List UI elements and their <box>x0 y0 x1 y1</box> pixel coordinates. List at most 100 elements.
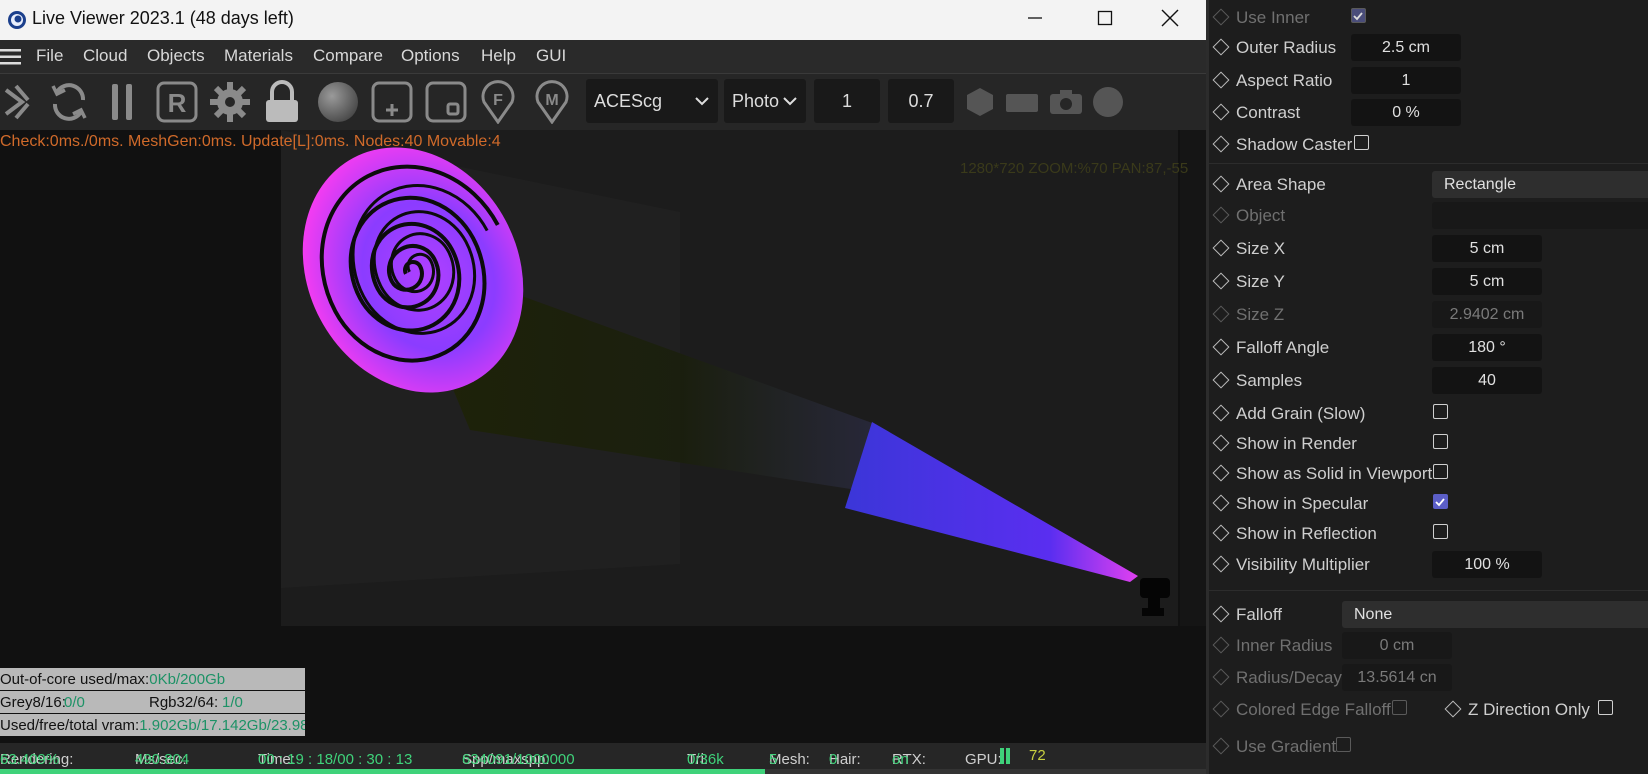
show-in-reflection-checkbox[interactable] <box>1433 524 1448 539</box>
add-region-icon[interactable] <box>370 80 414 124</box>
radius-decay-field[interactable]: 13.5614 cn <box>1342 664 1452 691</box>
shadow-caster-checkbox[interactable] <box>1354 135 1369 150</box>
keyframe-diamond-icon[interactable] <box>1212 737 1230 755</box>
tonemap-dropdown[interactable]: Photo <box>724 79 806 123</box>
keyframe-diamond-icon[interactable] <box>1212 206 1230 224</box>
gamma-input[interactable]: 0.7 <box>888 79 954 123</box>
menu-options[interactable]: Options <box>401 46 460 66</box>
keyframe-diamond-icon[interactable] <box>1212 700 1230 718</box>
hexagon-icon[interactable] <box>964 80 996 124</box>
keyframe-diamond-icon[interactable] <box>1212 8 1230 26</box>
contrast-field[interactable]: 0 % <box>1351 99 1461 126</box>
keyframe-diamond-icon[interactable] <box>1212 605 1230 623</box>
menu-materials[interactable]: Materials <box>224 46 293 66</box>
use-gradient-row: Use Gradient <box>1209 733 1648 761</box>
keyframe-diamond-icon[interactable] <box>1212 338 1230 356</box>
add-grain-checkbox[interactable] <box>1433 404 1448 419</box>
size-z-label: Size Z <box>1236 305 1285 324</box>
hamburger-menu-icon[interactable] <box>0 48 22 66</box>
falloff-row: Falloff None <box>1209 601 1648 629</box>
out-of-core-value: 0Kb/200Gb <box>149 670 226 688</box>
falloff-angle-field[interactable]: 180 ° <box>1432 334 1542 361</box>
show-solid-checkbox[interactable] <box>1433 464 1448 479</box>
pause-icon[interactable] <box>108 80 138 124</box>
colorspace-dropdown[interactable]: ACEScg <box>586 79 718 123</box>
colored-edge-falloff-checkbox[interactable] <box>1392 700 1407 715</box>
keyframe-diamond-icon[interactable] <box>1212 524 1230 542</box>
checkmark-icon <box>1353 12 1363 21</box>
settings-gear-icon[interactable] <box>208 80 252 124</box>
inner-radius-field[interactable]: 0 cm <box>1342 632 1452 659</box>
outer-radius-field[interactable]: 2.5 cm <box>1351 34 1461 61</box>
chevron-down-icon <box>783 97 797 106</box>
vram-label: Used/free/total vram: <box>0 716 140 734</box>
size-x-field[interactable]: 5 cm <box>1432 235 1542 262</box>
size-z-field[interactable]: 2.9402 cm <box>1432 301 1542 328</box>
keyframe-diamond-icon[interactable] <box>1212 239 1230 257</box>
window-title: Live Viewer 2023.1 (48 days left) <box>32 8 294 28</box>
zoom-pan-readout: 1280*720 ZOOM:%70 PAN:87,-55 <box>960 160 1189 177</box>
render-viewport[interactable]: Check:0ms./0ms. MeshGen:0ms. Update[L]:0… <box>0 130 1206 744</box>
exposure-input[interactable]: 1 <box>814 79 880 123</box>
use-gradient-checkbox[interactable] <box>1336 737 1351 752</box>
grey-label: Grey8/16: <box>0 693 66 711</box>
keyframe-diamond-icon[interactable] <box>1444 700 1462 718</box>
menu-cloud[interactable]: Cloud <box>83 46 127 66</box>
app: { "window": { "title": "Live Viewer 2023… <box>0 0 1648 774</box>
size-z-row: Size Z 2.9402 cm <box>1209 301 1648 329</box>
colored-edge-falloff-label: Colored Edge Falloff <box>1236 700 1391 719</box>
keyframe-diamond-icon[interactable] <box>1212 404 1230 422</box>
visibility-multiplier-field[interactable]: 100 % <box>1432 551 1542 578</box>
menu-help[interactable]: Help <box>481 46 516 66</box>
keyframe-diamond-icon[interactable] <box>1212 103 1230 121</box>
show-in-specular-label: Show in Specular <box>1236 494 1369 513</box>
maximize-button[interactable] <box>1070 0 1140 36</box>
area-shape-dropdown[interactable]: Rectangle <box>1432 171 1648 198</box>
material-picker-icon[interactable]: M <box>532 80 572 124</box>
show-in-render-checkbox[interactable] <box>1433 434 1448 449</box>
focus-picker-icon[interactable]: F <box>478 80 518 124</box>
keyframe-diamond-icon[interactable] <box>1212 71 1230 89</box>
keyframe-diamond-icon[interactable] <box>1212 555 1230 573</box>
render-progress-bar <box>0 769 1206 774</box>
keyframe-diamond-icon[interactable] <box>1212 175 1230 193</box>
add-grain-row: Add Grain (Slow) <box>1209 400 1648 428</box>
keyframe-diamond-icon[interactable] <box>1212 434 1230 452</box>
keyframe-diamond-icon[interactable] <box>1212 371 1230 389</box>
svg-text:F: F <box>493 92 503 109</box>
menu-compare[interactable]: Compare <box>313 46 383 66</box>
falloff-dropdown[interactable]: None <box>1342 601 1648 628</box>
menu-file[interactable]: File <box>36 46 63 66</box>
z-direction-only-checkbox[interactable] <box>1598 700 1613 715</box>
keyframe-diamond-icon[interactable] <box>1212 668 1230 686</box>
keyframe-diamond-icon[interactable] <box>1212 135 1230 153</box>
keyframe-diamond-icon[interactable] <box>1212 305 1230 323</box>
minimize-button[interactable] <box>1000 0 1070 36</box>
refresh-icon[interactable] <box>45 80 93 124</box>
keyframe-diamond-icon[interactable] <box>1212 464 1230 482</box>
use-inner-checkbox[interactable] <box>1351 8 1366 23</box>
rectangle-icon[interactable] <box>1004 80 1040 124</box>
menu-objects[interactable]: Objects <box>147 46 205 66</box>
keyframe-diamond-icon[interactable] <box>1212 272 1230 290</box>
lock-icon[interactable] <box>262 80 302 124</box>
focus-region-icon[interactable] <box>424 80 468 124</box>
aspect-ratio-field[interactable]: 1 <box>1351 67 1461 94</box>
show-in-specular-checkbox[interactable] <box>1433 494 1448 509</box>
samples-field[interactable]: 40 <box>1432 367 1542 394</box>
circle-icon[interactable] <box>1090 80 1126 124</box>
menu-gui[interactable]: GUI <box>536 46 566 66</box>
aperture-icon[interactable] <box>0 80 36 124</box>
size-y-row: Size Y 5 cm <box>1209 268 1648 296</box>
region-render-icon[interactable]: R <box>155 80 199 124</box>
toolbar: R F M ACEScg Photo 1 0.7 <box>0 74 1206 130</box>
gpu-usage-bar-icon <box>1000 748 1010 764</box>
material-sphere-icon[interactable] <box>316 80 360 124</box>
keyframe-diamond-icon[interactable] <box>1212 636 1230 654</box>
object-link-field[interactable] <box>1432 202 1648 229</box>
close-button[interactable] <box>1135 0 1205 36</box>
keyframe-diamond-icon[interactable] <box>1212 494 1230 512</box>
size-y-field[interactable]: 5 cm <box>1432 268 1542 295</box>
camera-icon[interactable] <box>1048 80 1084 124</box>
keyframe-diamond-icon[interactable] <box>1212 38 1230 56</box>
